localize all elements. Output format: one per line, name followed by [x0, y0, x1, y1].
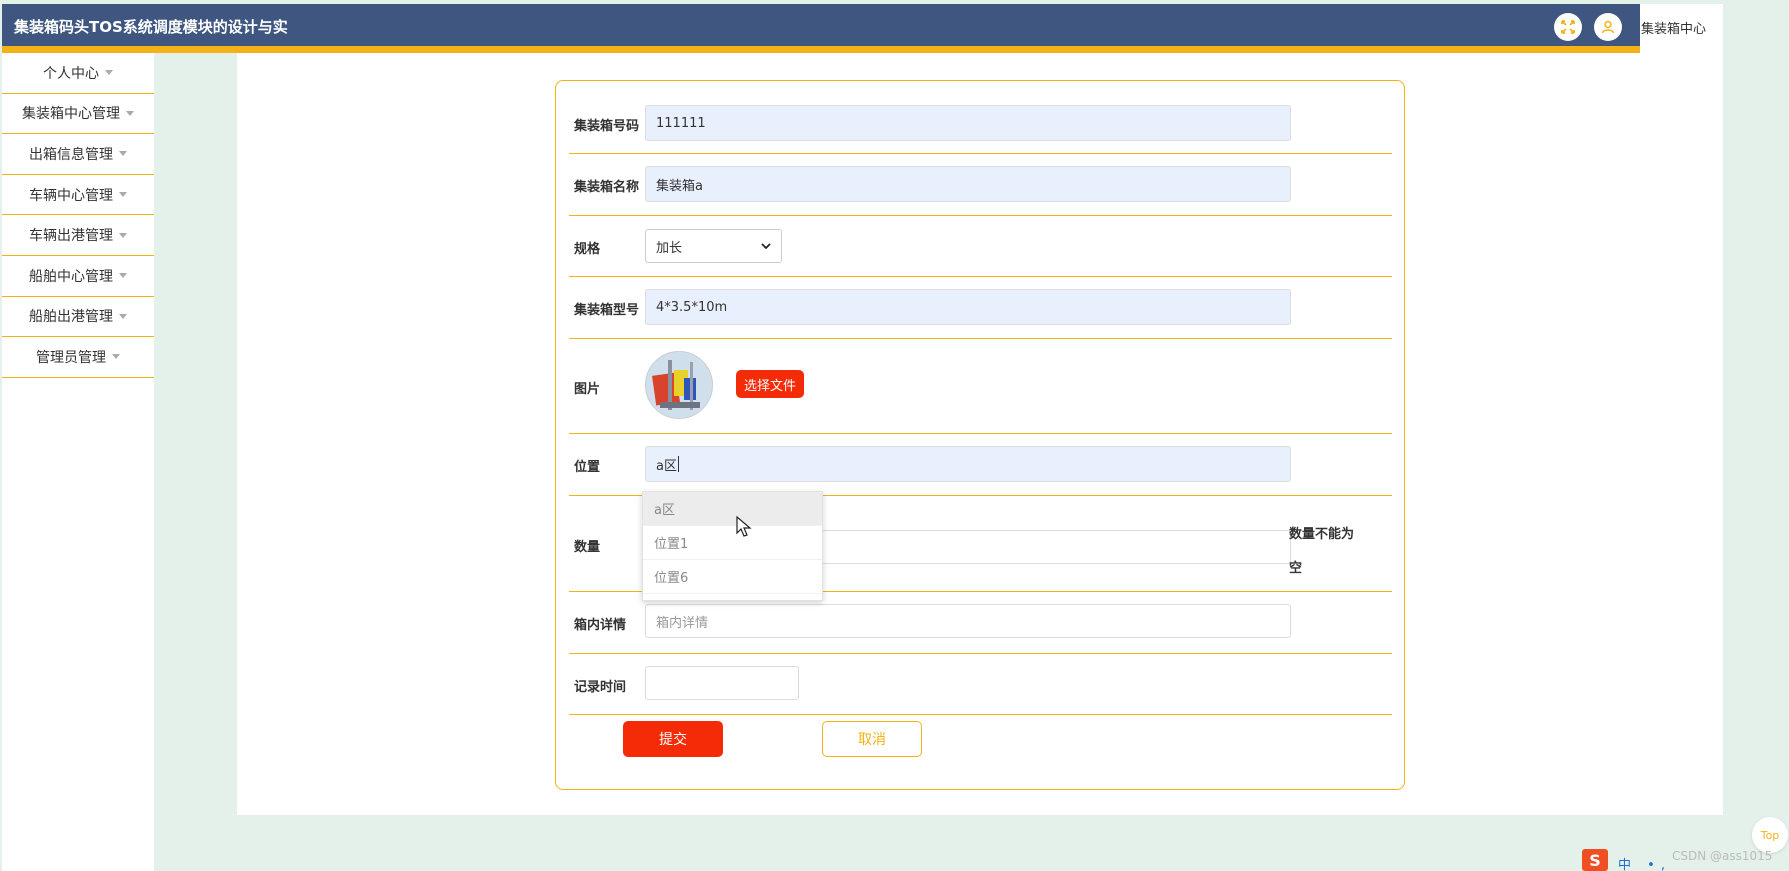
sidebar-item-ship-departure[interactable]: 船舶出港管理: [2, 297, 154, 338]
form-row-container-name: 集装箱名称 集装箱a: [569, 154, 1392, 216]
sidebar-item-label: 个人中心: [43, 65, 99, 82]
header-accent-bar: [2, 46, 1640, 53]
fullscreen-icon[interactable]: [1554, 13, 1582, 41]
caret-down-icon: [119, 151, 127, 157]
container-name-label: 集装箱名称: [574, 180, 640, 195]
sidebar-item-vehicle-departure[interactable]: 车辆出港管理: [2, 215, 154, 256]
container-no-label: 集装箱号码: [574, 119, 640, 134]
sidebar-item-label: 船舶中心管理: [29, 268, 113, 285]
sidebar: 个人中心 集装箱中心管理 出箱信息管理 车辆中心管理 车辆出港管理 船舶中心管理…: [2, 53, 154, 871]
caret-down-icon: [119, 273, 127, 279]
record-time-label: 记录时间: [574, 680, 627, 695]
sidebar-item-label: 出箱信息管理: [29, 146, 113, 163]
location-suggestion-dropdown: a区 位置1 位置6: [642, 491, 823, 601]
quantity-label: 数量: [574, 540, 601, 555]
model-input[interactable]: 4*3.5*10m: [645, 289, 1291, 325]
image-label: 图片: [574, 382, 601, 397]
sidebar-item-outbound-info[interactable]: 出箱信息管理: [2, 134, 154, 175]
spec-label: 规格: [574, 242, 601, 257]
quantity-error-message: 数量不能为空: [1289, 527, 1355, 576]
ime-mode-indicator: 中: [1618, 858, 1638, 871]
form-row-location: 位置 a区: [569, 434, 1392, 496]
container-form: 集装箱号码 111111 集装箱名称 集装箱a 规格 加长 集装箱型号 4*3.…: [555, 80, 1405, 790]
location-option[interactable]: 位置1: [643, 526, 822, 560]
form-row-record-time: 记录时间: [569, 654, 1392, 715]
sidebar-item-ship-center[interactable]: 船舶中心管理: [2, 256, 154, 297]
sidebar-item-label: 集装箱中心管理: [22, 106, 120, 123]
location-label: 位置: [574, 460, 601, 475]
sidebar-item-vehicle-center[interactable]: 车辆中心管理: [2, 175, 154, 216]
caret-down-icon: [119, 313, 127, 319]
container-no-input[interactable]: 111111: [645, 105, 1291, 141]
form-row-container-no: 集装箱号码 111111: [569, 93, 1392, 154]
location-option[interactable]: 位置6: [643, 560, 822, 594]
app-title: 集装箱码头TOS系统调度模块的设计与实: [14, 18, 288, 36]
text-caret: [677, 456, 679, 472]
user-icon[interactable]: [1594, 13, 1622, 41]
back-to-top-button[interactable]: Top: [1752, 817, 1788, 853]
sidebar-item-label: 车辆出港管理: [29, 228, 113, 245]
record-time-input[interactable]: [645, 666, 799, 700]
spec-select[interactable]: 加长: [645, 229, 782, 263]
location-input[interactable]: a区: [645, 446, 1291, 482]
form-row-model: 集装箱型号 4*3.5*10m: [569, 277, 1392, 339]
app-header: 集装箱码头TOS系统调度模块的设计与实: [2, 4, 1640, 46]
form-row-details: 箱内详情 箱内详情: [569, 592, 1392, 654]
choose-file-button[interactable]: 选择文件: [736, 370, 805, 398]
caret-down-icon: [126, 110, 134, 116]
location-option[interactable]: a区: [643, 492, 822, 526]
caret-down-icon: [119, 192, 127, 198]
watermark: CSDN @ass1015: [1672, 849, 1773, 863]
caret-down-icon: [119, 232, 127, 238]
form-row-image: 图片 选择文件: [569, 339, 1392, 434]
chevron-down-icon: [761, 243, 771, 250]
sogou-ime-icon[interactable]: S: [1582, 849, 1608, 871]
sidebar-item-personal-center[interactable]: 个人中心: [2, 53, 154, 94]
sidebar-item-label: 管理员管理: [36, 349, 106, 366]
current-module-label: 集装箱中心: [1641, 22, 1707, 37]
details-input[interactable]: 箱内详情: [645, 604, 1291, 638]
mouse-pointer-icon: [736, 516, 752, 537]
sidebar-item-label: 车辆中心管理: [29, 187, 113, 204]
form-row-spec: 规格 加长: [569, 216, 1392, 277]
model-label: 集装箱型号: [574, 303, 640, 318]
sidebar-item-label: 船舶出港管理: [29, 309, 113, 326]
details-label: 箱内详情: [574, 618, 627, 633]
cancel-button[interactable]: 取消: [822, 721, 922, 757]
caret-down-icon: [112, 354, 120, 360]
sidebar-item-container-management[interactable]: 集装箱中心管理: [2, 94, 154, 135]
container-name-input[interactable]: 集装箱a: [645, 166, 1291, 202]
sidebar-item-admin-management[interactable]: 管理员管理: [2, 337, 154, 378]
submit-button[interactable]: 提交: [623, 721, 723, 757]
container-image-thumbnail: [645, 351, 713, 419]
spec-select-value: 加长: [656, 240, 683, 256]
ime-status-tray[interactable]: 中 •,: [1618, 854, 1671, 871]
location-input-value: a区: [656, 458, 677, 474]
caret-down-icon: [105, 70, 113, 76]
